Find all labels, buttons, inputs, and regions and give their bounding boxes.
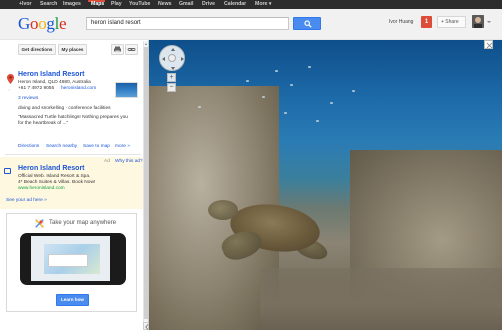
fish bbox=[352, 90, 355, 92]
header: Google heron island resort Ivor Huang 1 … bbox=[0, 9, 502, 40]
place-phone: +61 7 4972 9055 bbox=[18, 86, 55, 91]
nav-item-gmail[interactable]: Gmail bbox=[179, 1, 193, 7]
map-pin-icon bbox=[7, 74, 14, 84]
top-nav-bar: +Ivor Search Images Maps Play YouTube Ne… bbox=[0, 0, 502, 9]
notification-count[interactable]: 1 bbox=[421, 16, 432, 28]
place-tags: diving and snorkelling · conference faci… bbox=[18, 106, 111, 111]
ad-label: Ad bbox=[104, 159, 110, 164]
print-icon bbox=[114, 46, 121, 53]
ad-icon bbox=[4, 168, 11, 174]
search-input[interactable]: heron island resort bbox=[86, 17, 289, 30]
left-panel-scrollbar[interactable] bbox=[143, 41, 148, 330]
expand-icon bbox=[486, 42, 493, 49]
nav-item-plus[interactable]: +Ivor bbox=[19, 1, 32, 7]
promo-headline: Take your map anywhere bbox=[49, 220, 117, 226]
chevron-down-icon[interactable] bbox=[487, 21, 491, 23]
zoom-in-button[interactable]: + bbox=[167, 73, 176, 82]
ad-title[interactable]: Heron Island Resort bbox=[18, 165, 85, 172]
ad-url[interactable]: www.heronisland.com bbox=[18, 186, 65, 191]
my-places-button[interactable]: My places bbox=[58, 44, 87, 55]
sea-turtle-head bbox=[208, 200, 238, 220]
place-photo-thumbnail[interactable] bbox=[115, 82, 138, 98]
fish bbox=[308, 66, 311, 68]
coral-reef-bottom bbox=[260, 268, 502, 330]
scrollbar-thumb[interactable] bbox=[144, 47, 148, 319]
place-reviews[interactable]: 3 reviews bbox=[18, 96, 38, 101]
place-address: Heron Island, QLD 4680, Australia bbox=[18, 80, 91, 85]
fullscreen-button[interactable] bbox=[484, 40, 493, 49]
directions-link[interactable]: Directions bbox=[18, 144, 39, 149]
save-to-map-link[interactable]: Save to map bbox=[83, 144, 110, 149]
fish bbox=[246, 80, 249, 82]
search-nearby-link[interactable]: Search nearby bbox=[46, 144, 77, 149]
search-icon bbox=[304, 20, 312, 28]
divider bbox=[5, 154, 141, 155]
nav-item-calendar[interactable]: Calendar bbox=[224, 1, 246, 7]
nav-item-play[interactable]: Play bbox=[111, 1, 122, 7]
place-title[interactable]: Heron Island Resort bbox=[18, 71, 85, 78]
google-logo[interactable]: Google bbox=[18, 14, 67, 34]
link-icon bbox=[127, 48, 136, 51]
nav-item-maps[interactable]: Maps bbox=[91, 1, 104, 7]
share-button[interactable]: + Share bbox=[437, 16, 466, 28]
nav-item-youtube[interactable]: YouTube bbox=[129, 1, 150, 7]
place-review-quote-line-2: for the heartbreak of ..." bbox=[18, 121, 69, 126]
nav-item-more[interactable]: More ▾ bbox=[255, 1, 271, 7]
google-maps-icon bbox=[35, 219, 44, 228]
ad-line-2: 4* Beach Suites & Villas. Book Now! bbox=[18, 180, 96, 185]
phone-place-card bbox=[48, 254, 88, 267]
pan-arrows-icon bbox=[162, 48, 184, 70]
nav-item-news[interactable]: News bbox=[158, 1, 172, 7]
ad-line-1: Official Web. Island Resort & Spa. bbox=[18, 174, 91, 179]
see-your-ad-link[interactable]: See your ad here » bbox=[6, 198, 47, 203]
why-this-ad-link[interactable]: Why this ad? bbox=[115, 159, 143, 164]
nav-item-images[interactable]: Images bbox=[63, 1, 81, 7]
search-button[interactable] bbox=[293, 17, 321, 30]
nav-item-search[interactable]: Search bbox=[40, 1, 57, 7]
avatar[interactable] bbox=[472, 15, 484, 28]
fish bbox=[316, 120, 319, 122]
pin-letter: ○ bbox=[8, 87, 11, 92]
place-website[interactable]: heronisland.com bbox=[61, 86, 96, 91]
more-link[interactable]: more » bbox=[115, 144, 130, 149]
nav-item-more-label: More bbox=[255, 1, 268, 7]
print-button[interactable] bbox=[111, 44, 124, 55]
fish bbox=[284, 112, 287, 114]
fish bbox=[198, 106, 201, 108]
link-button[interactable] bbox=[125, 44, 138, 55]
place-review-quote-line-1: "Massacred Turtle hatchlings! Nothing pr… bbox=[18, 115, 128, 120]
user-name[interactable]: Ivor Huang bbox=[389, 19, 413, 25]
fish bbox=[262, 96, 265, 98]
zoom-out-button[interactable]: − bbox=[167, 83, 176, 92]
fish bbox=[290, 84, 293, 86]
get-directions-button[interactable]: Get directions bbox=[18, 44, 56, 55]
nav-item-drive[interactable]: Drive bbox=[202, 1, 215, 7]
fish bbox=[330, 102, 333, 104]
scroll-up-icon[interactable] bbox=[145, 43, 147, 45]
chevron-down-icon: ▾ bbox=[268, 1, 272, 7]
pan-control[interactable] bbox=[159, 45, 185, 71]
fish bbox=[275, 70, 278, 72]
learn-how-button[interactable]: Learn how bbox=[56, 294, 89, 306]
